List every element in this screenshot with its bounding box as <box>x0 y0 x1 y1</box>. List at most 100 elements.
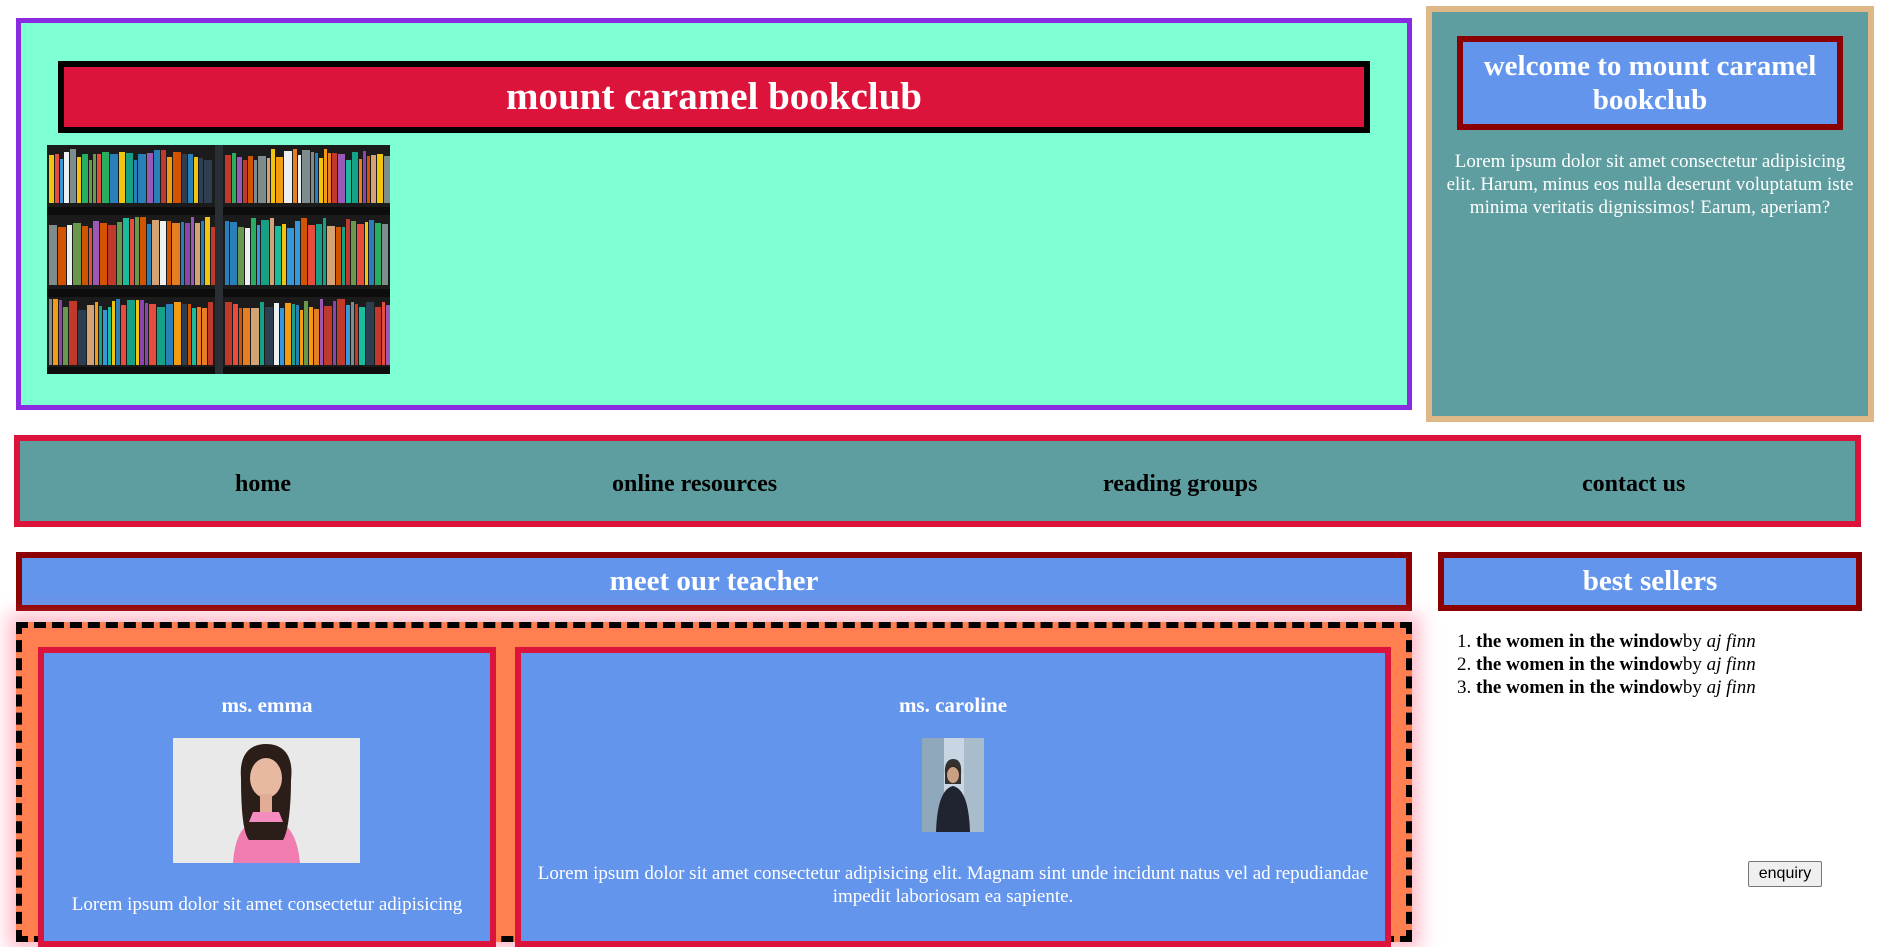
book-spine <box>204 160 212 203</box>
book-spine <box>285 303 291 365</box>
book-spine <box>275 226 281 285</box>
book-spine <box>323 218 326 285</box>
book-spine <box>119 152 125 203</box>
book-spine <box>298 155 301 203</box>
teacher-photo-emma <box>173 738 360 863</box>
book-spine <box>239 308 242 365</box>
nav-home-link[interactable]: home <box>235 471 291 498</box>
welcome-title-text: welcome to mount caramel bookclub <box>1483 50 1817 116</box>
book-spine <box>49 155 54 203</box>
book-spine <box>352 152 358 203</box>
book-spine <box>89 160 92 203</box>
book-spine <box>369 220 374 285</box>
book-spine <box>251 308 259 365</box>
book-spine <box>324 306 332 365</box>
book-spine <box>301 218 307 285</box>
book-spine <box>308 225 315 285</box>
book-spine <box>138 154 146 203</box>
book-author: aj finn <box>1706 631 1756 652</box>
book-spine <box>194 157 198 203</box>
book-spine <box>245 228 250 285</box>
book-spine <box>174 302 181 365</box>
book-spine <box>126 153 133 203</box>
book-spine <box>327 226 335 285</box>
book-spine <box>258 156 266 203</box>
book-spine <box>300 310 303 365</box>
book-spine <box>304 301 308 365</box>
book-spine <box>55 154 59 203</box>
book-spine <box>69 301 77 365</box>
book-spine <box>359 307 365 365</box>
book-spine <box>295 221 300 285</box>
book-spine <box>49 225 57 285</box>
bookshelf-image <box>47 145 390 374</box>
book-spine <box>87 305 94 365</box>
book-spine <box>172 223 180 285</box>
teacher-bio: Lorem ipsum dolor sit amet consectetur a… <box>71 894 463 915</box>
book-spine <box>225 302 232 365</box>
book-spine <box>337 299 345 365</box>
book-spine <box>167 157 172 203</box>
book-spine <box>230 222 237 285</box>
book-spine <box>287 228 294 285</box>
book-spine <box>108 307 111 365</box>
book-spine <box>147 153 153 203</box>
book-spine <box>59 300 62 365</box>
enquiry-button[interactable]: enquiry <box>1748 861 1822 887</box>
book-spine <box>89 228 92 285</box>
book-spine <box>202 308 207 365</box>
book-spine <box>271 149 275 203</box>
nav-reading-groups-link[interactable]: reading groups <box>1103 471 1258 498</box>
book-spine <box>382 302 385 365</box>
nav-contact-us-link[interactable]: contact us <box>1582 471 1685 498</box>
book-spine <box>197 307 201 365</box>
book-spine <box>267 158 270 203</box>
book-spine <box>70 149 76 203</box>
book-spine <box>110 154 118 203</box>
book-spine <box>117 222 122 285</box>
book-spine <box>63 307 68 365</box>
book-spine <box>243 160 247 203</box>
book-spine <box>386 305 390 365</box>
book-spine <box>154 150 160 203</box>
book-spine <box>363 151 366 203</box>
book-spine <box>346 219 350 285</box>
book-title: the women in the window <box>1476 654 1683 675</box>
book-spine <box>134 160 137 203</box>
book-spine <box>140 300 144 365</box>
book-spine <box>73 223 81 285</box>
book-spine <box>342 227 345 285</box>
portrait-illustration <box>173 738 360 863</box>
book-spine <box>205 217 210 285</box>
book-spine <box>185 223 190 285</box>
bestsellers-list: the women in the windowby aj finn the wo… <box>1448 630 1756 699</box>
book-spine <box>95 302 98 365</box>
book-spine <box>152 220 159 285</box>
book-spine <box>320 299 323 365</box>
book-spine <box>355 304 358 365</box>
book-spine <box>161 150 166 203</box>
book-spine <box>359 159 362 203</box>
book-spine <box>311 152 314 203</box>
book-spine <box>351 302 354 365</box>
book-spine <box>64 152 69 203</box>
book-spine <box>135 217 139 285</box>
book-spine <box>270 218 274 285</box>
book-spine <box>191 217 194 285</box>
book-spine <box>280 308 284 365</box>
book-spine <box>254 160 257 203</box>
book-spine <box>145 303 148 365</box>
book-spine <box>382 224 388 285</box>
book-spine <box>121 305 126 365</box>
book-spine <box>49 299 52 365</box>
book-spine <box>225 221 229 285</box>
nav-online-resources-link[interactable]: online resources <box>612 471 777 498</box>
book-spine <box>58 227 66 285</box>
book-spine <box>140 217 146 285</box>
bestsellers-heading: best sellers <box>1438 552 1862 611</box>
book-spine <box>67 225 72 285</box>
book-spine <box>195 223 200 285</box>
book-spine <box>316 224 322 285</box>
book-spine <box>108 225 116 285</box>
list-item: the women in the windowby aj finn <box>1476 676 1756 699</box>
